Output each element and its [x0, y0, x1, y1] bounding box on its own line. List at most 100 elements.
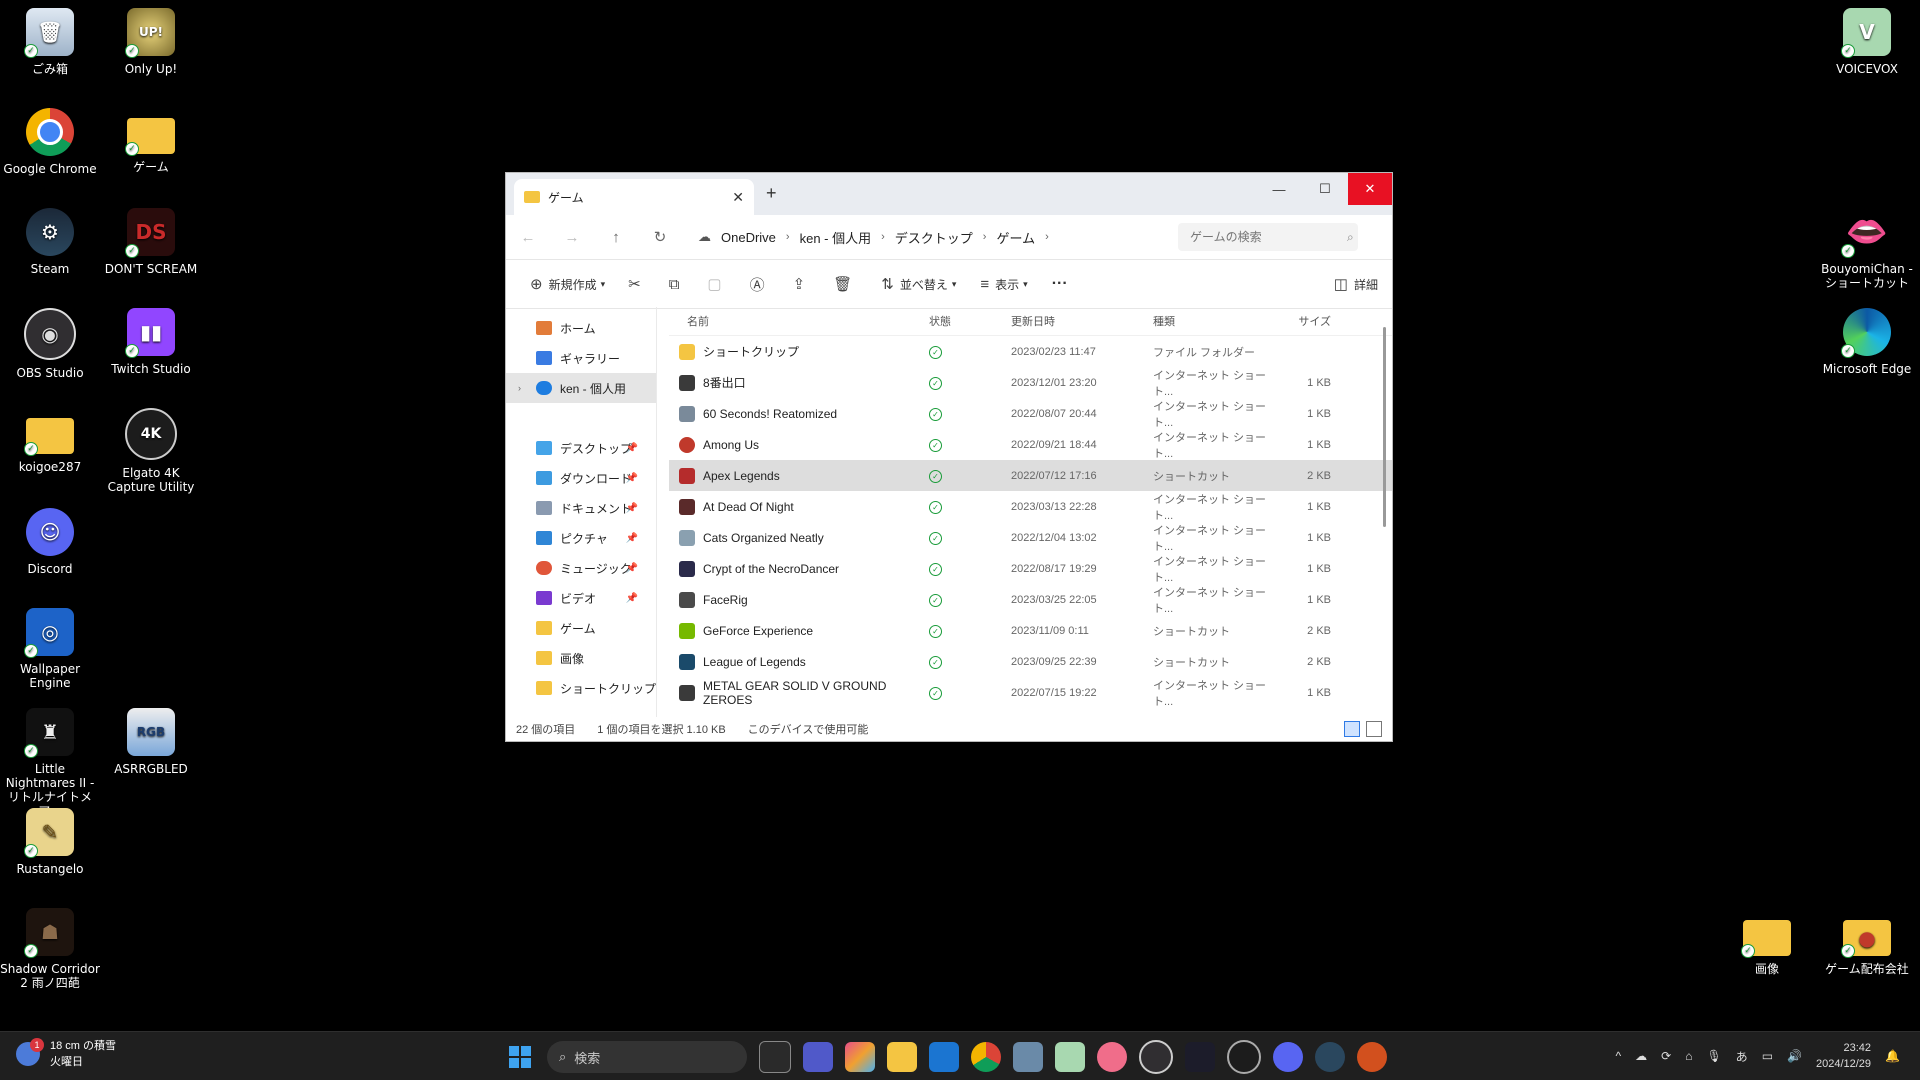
desktop-icon-discord[interactable]: ☺ Discord: [0, 508, 100, 576]
breadcrumb-ken[interactable]: ken - 個人用: [790, 228, 882, 247]
start-button[interactable]: [505, 1042, 535, 1072]
onedrive-icon[interactable]: ☁: [1635, 1049, 1647, 1063]
wallpaper-engine-icon[interactable]: [1185, 1042, 1215, 1072]
desktop-icon-elgato[interactable]: 4K Elgato 4K Capture Utility: [101, 408, 201, 494]
elgato-4k-icon[interactable]: [1227, 1040, 1261, 1074]
search-box[interactable]: ⌕: [1178, 223, 1358, 251]
desktop-icon-game-publisher-folder[interactable]: ● ✓ ゲーム配布会社: [1817, 910, 1917, 976]
task-view-icon[interactable]: [759, 1041, 791, 1073]
chrome-icon[interactable]: [971, 1042, 1001, 1072]
bouyomichan-icon[interactable]: [1097, 1042, 1127, 1072]
file-row[interactable]: Crypt of the NecroDancer ✓ 2022/08/17 19…: [669, 553, 1392, 584]
obs-icon[interactable]: [1139, 1040, 1173, 1074]
ime-indicator[interactable]: あ: [1736, 1048, 1748, 1065]
copilot-icon[interactable]: [845, 1042, 875, 1072]
tab-games[interactable]: ゲーム ✕: [514, 179, 754, 215]
desktop-icon-obs[interactable]: ◉ OBS Studio: [0, 308, 100, 380]
sidebar-item-videos[interactable]: ビデオ 📌: [506, 583, 656, 613]
notification-bell-icon[interactable]: 🔔: [1885, 1049, 1900, 1063]
desktop-icon-voicevox[interactable]: V ✓ VOICEVOX: [1817, 8, 1917, 76]
weather-widget[interactable]: 1 18 cm の積雪 火曜日: [16, 1038, 116, 1070]
voicevox-icon[interactable]: [1055, 1042, 1085, 1072]
desktop-icon-edge[interactable]: ✓ Microsoft Edge: [1817, 308, 1917, 376]
minimize-button[interactable]: —: [1256, 173, 1302, 205]
file-row[interactable]: At Dead Of Night ✓ 2023/03/13 22:28 インター…: [669, 491, 1392, 522]
more-options-button[interactable]: ···: [1040, 275, 1080, 293]
details-button[interactable]: ◫ 詳細: [1322, 275, 1392, 293]
column-header-status[interactable]: 状態: [929, 313, 1011, 329]
file-row[interactable]: 8番出口 ✓ 2023/12/01 23:20 インターネット ショート... …: [669, 367, 1392, 398]
file-row[interactable]: League of Legends ✓ 2023/09/25 22:39 ショー…: [669, 646, 1392, 677]
breadcrumb-games[interactable]: ゲーム: [986, 228, 1045, 247]
view-button[interactable]: ≡ 表示 ▾: [968, 276, 1039, 293]
desktop-icon-shadow-corridor[interactable]: ☗ ✓ Shadow Corridor 2 雨ノ四葩: [0, 908, 100, 990]
new-button[interactable]: ⊕ 新規作成 ▾: [518, 275, 617, 293]
sidebar-item-short-clips[interactable]: ショートクリップ: [506, 673, 656, 703]
refresh-button[interactable]: ↻: [638, 228, 682, 246]
desktop-icon-asrrgbled[interactable]: RGB ASRRGBLED: [101, 708, 201, 776]
file-row[interactable]: Among Us ✓ 2022/09/21 18:44 インターネット ショート…: [669, 429, 1392, 460]
cut-button[interactable]: ✂: [617, 275, 658, 293]
forward-button[interactable]: →: [550, 229, 594, 246]
search-input[interactable]: [1188, 229, 1347, 245]
file-row-selected[interactable]: Apex Legends ✓ 2022/07/12 17:16 ショートカット …: [669, 460, 1392, 491]
close-window-button[interactable]: ✕: [1348, 173, 1392, 205]
file-row[interactable]: METAL GEAR SOLID V GROUND ZEROES ✓ 2022/…: [669, 677, 1392, 708]
clock[interactable]: 23:42 2024/12/29: [1816, 1040, 1871, 1072]
desktop-icon-recycle-bin[interactable]: 🗑 ✓ ごみ箱: [0, 8, 100, 76]
desktop-icon-chrome[interactable]: Google Chrome: [0, 108, 100, 176]
desktop-icon-twitch[interactable]: ▮▮ ✓ Twitch Studio: [101, 308, 201, 376]
copy-button[interactable]: ⧉: [658, 276, 697, 293]
sidebar-item-pictures[interactable]: ピクチャ 📌: [506, 523, 656, 553]
details-view-button[interactable]: [1344, 721, 1360, 737]
desktop-icon-dont-scream[interactable]: DS ✓ DON'T SCREAM: [101, 208, 201, 276]
desktop-icon-only-up[interactable]: UP! ✓ Only Up!: [101, 8, 201, 76]
desktop-icon-koigoe[interactable]: ✓ koigoe287: [0, 408, 100, 474]
sidebar-item-images[interactable]: 画像: [506, 643, 656, 673]
display-icon[interactable]: ▭: [1762, 1049, 1773, 1063]
file-row[interactable]: GeForce Experience ✓ 2023/11/09 0:11 ショー…: [669, 615, 1392, 646]
steam-icon[interactable]: [1315, 1042, 1345, 1072]
file-row[interactable]: FaceRig ✓ 2023/03/25 22:05 インターネット ショート.…: [669, 584, 1392, 615]
file-row[interactable]: Cats Organized Neatly ✓ 2022/12/04 13:02…: [669, 522, 1392, 553]
chevron-up-icon[interactable]: ^: [1615, 1049, 1621, 1063]
volume-icon[interactable]: 🔊: [1787, 1049, 1802, 1063]
column-header-date[interactable]: 更新日時: [1011, 313, 1153, 329]
teams-icon[interactable]: [803, 1042, 833, 1072]
sync-icon[interactable]: ⟳: [1661, 1049, 1671, 1063]
sidebar-item-onedrive[interactable]: › ken - 個人用: [506, 373, 656, 403]
vertical-scrollbar[interactable]: [1383, 327, 1386, 527]
up-button[interactable]: ↑: [594, 229, 638, 246]
tiles-view-button[interactable]: [1366, 721, 1382, 737]
desktop-icon-bouyomichan[interactable]: 👄 ✓ BouyomiChan - ショートカット: [1817, 208, 1917, 290]
game-app-icon[interactable]: [1357, 1042, 1387, 1072]
desktop-icon-steam[interactable]: ⚙ Steam: [0, 208, 100, 276]
breadcrumb[interactable]: ☁ OneDrive › ken - 個人用 › デスクトップ › ゲーム ›: [698, 228, 1168, 247]
column-header-name[interactable]: 名前: [669, 313, 929, 329]
breadcrumb-desktop[interactable]: デスクトップ: [885, 228, 983, 247]
desktop-icon-images-folder[interactable]: ✓ 画像: [1717, 910, 1817, 976]
file-row[interactable]: 60 Seconds! Reatomized ✓ 2022/08/07 20:4…: [669, 398, 1392, 429]
sidebar-item-games[interactable]: ゲーム: [506, 613, 656, 643]
column-header-size[interactable]: サイズ: [1277, 313, 1337, 329]
paste-button[interactable]: ▢: [696, 275, 738, 293]
delete-button[interactable]: 🗑: [822, 275, 869, 293]
sidebar-item-gallery[interactable]: ギャラリー: [506, 343, 656, 373]
sidebar-item-music[interactable]: ミュージック 📌: [506, 553, 656, 583]
new-tab-button[interactable]: +: [766, 183, 777, 204]
network-icon[interactable]: ⌂: [1685, 1049, 1692, 1063]
file-explorer-icon[interactable]: [887, 1042, 917, 1072]
taskbar-search[interactable]: ⌕ 検索: [547, 1041, 747, 1073]
sidebar-item-documents[interactable]: ドキュメント 📌: [506, 493, 656, 523]
discord-icon[interactable]: [1273, 1042, 1303, 1072]
back-button[interactable]: ←: [506, 229, 550, 246]
desktop-icon-game-folder[interactable]: ✓ ゲーム: [101, 108, 201, 174]
sidebar-item-desktop[interactable]: デスクトップ 📌: [506, 433, 656, 463]
share-button[interactable]: ⇪: [782, 275, 823, 293]
maximize-button[interactable]: ☐: [1302, 173, 1348, 205]
desktop-icon-rustangelo[interactable]: ✎ ✓ Rustangelo: [0, 808, 100, 876]
photos-icon[interactable]: [1013, 1042, 1043, 1072]
breadcrumb-onedrive[interactable]: OneDrive: [711, 230, 786, 245]
rename-button[interactable]: Ⓐ: [739, 274, 782, 295]
close-tab-icon[interactable]: ✕: [732, 189, 744, 206]
